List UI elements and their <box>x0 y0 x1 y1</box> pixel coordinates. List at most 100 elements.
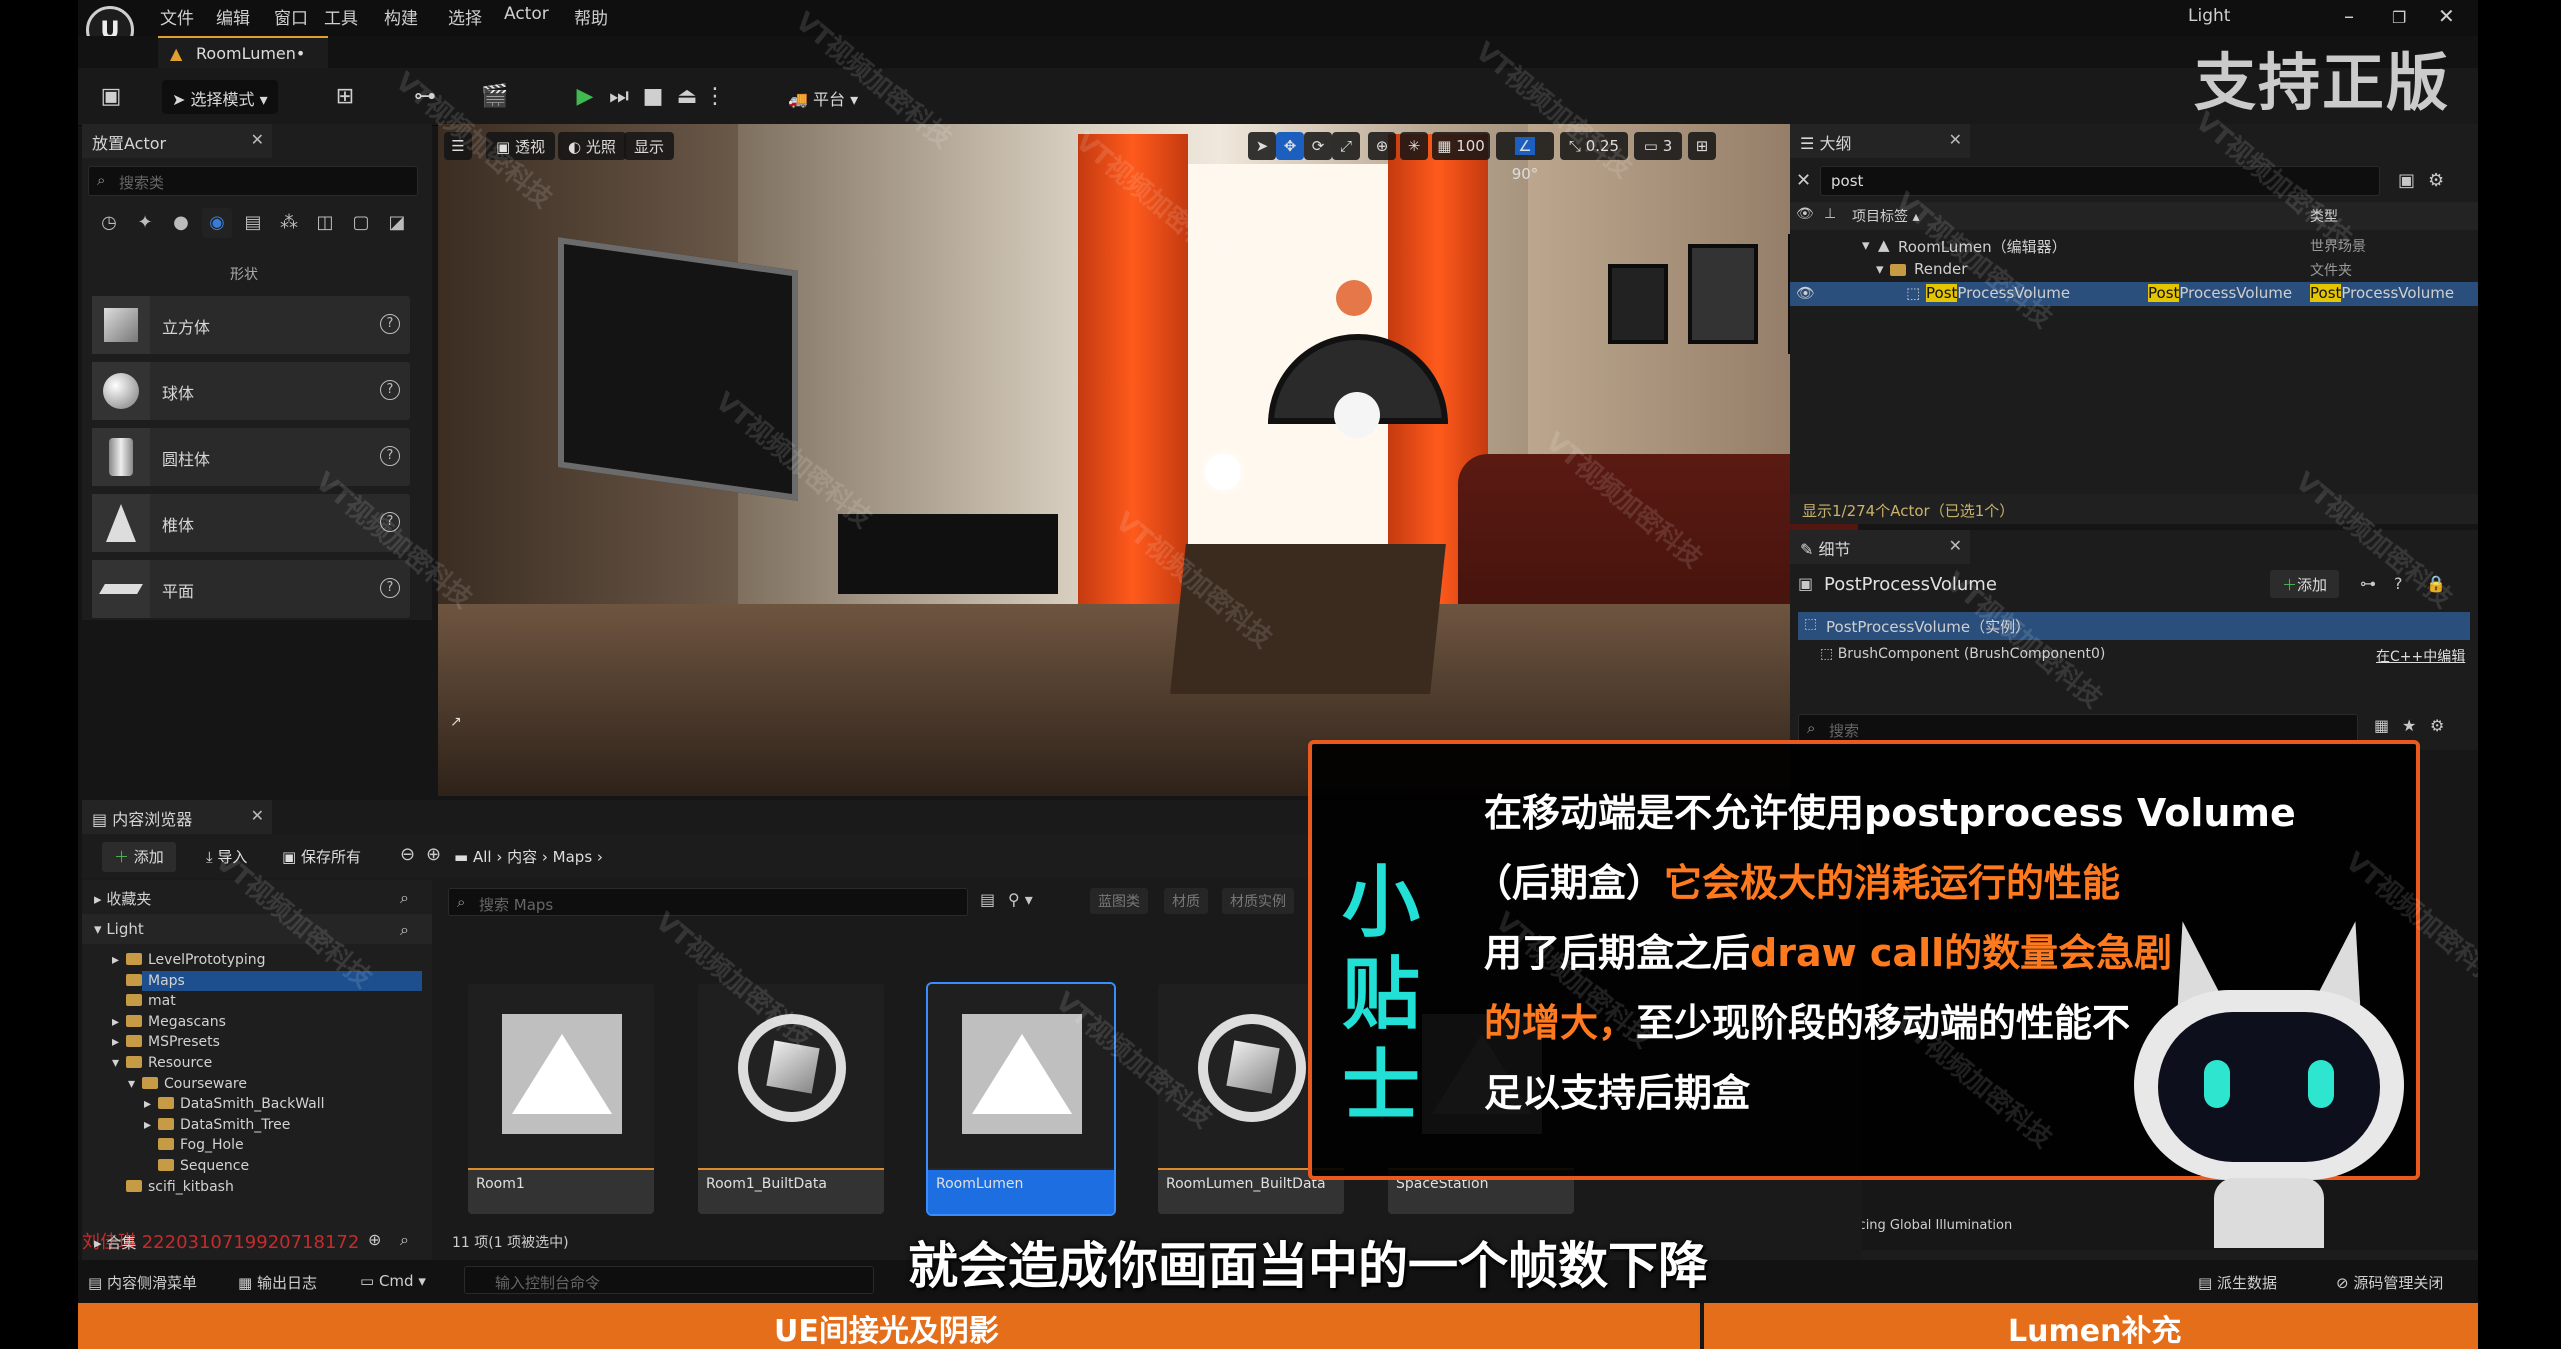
expand-arrow-icon[interactable]: ▾ <box>1876 260 1884 278</box>
component-row-brush[interactable]: ⬚ BrushComponent (BrushComponent0) <box>1820 646 2105 662</box>
surface-snap-icon[interactable]: ✳ <box>1400 132 1428 160</box>
expand-arrow-icon[interactable]: ▾ <box>1862 236 1870 254</box>
tree-folder[interactable]: ▸ DataSmith_Tree <box>144 1117 290 1133</box>
camera-speed-button[interactable]: ▭ 3 <box>1634 132 1682 160</box>
tree-folder[interactable]: ▸ Megascans <box>112 1014 226 1030</box>
play-icon[interactable]: ▶ <box>568 80 602 114</box>
content-browser-tab[interactable]: ▤ 内容浏览器 ✕ <box>82 800 272 834</box>
close-tab-icon[interactable]: ✕ <box>1949 536 1962 555</box>
outliner-row-render-folder[interactable]: ▾ Render 文件夹 <box>1790 258 2478 282</box>
viewport-mode-button[interactable]: 显示 <box>624 132 675 160</box>
close-tab-icon[interactable]: ✕ <box>251 806 264 825</box>
asset-tile[interactable]: RoomLumen <box>926 982 1116 1216</box>
cinematics-icon[interactable]: 🎬 <box>478 80 512 114</box>
translate-tool-icon[interactable]: ✥ <box>1276 132 1304 160</box>
visibility-icon[interactable]: 👁 <box>1796 206 1814 222</box>
forward-arrow-icon[interactable]: ⊕ <box>426 844 441 865</box>
content-drawer-button[interactable]: ▤ 内容侧滑菜单 <box>88 1272 197 1293</box>
pin-icon[interactable]: ⊥ <box>1824 206 1836 222</box>
select-mode-dropdown[interactable]: ➤ 选择模式 ▾ <box>162 80 278 114</box>
close-tab-icon[interactable]: ✕ <box>251 130 264 149</box>
search-icon[interactable]: ⌕ <box>400 920 409 940</box>
blueprint-icon[interactable]: ⊶ <box>408 80 442 114</box>
category-icon[interactable]: ⁂ <box>274 208 304 238</box>
category-icon[interactable]: ◷ <box>94 208 124 238</box>
close-icon[interactable]: ✕ <box>2438 4 2455 28</box>
platform-dropdown[interactable]: 🚚 平台 ▾ <box>778 80 868 114</box>
save-icon[interactable]: ▣ <box>94 80 128 114</box>
import-button[interactable]: ⤓ 导入 <box>206 846 247 867</box>
help-icon[interactable]: ? <box>380 314 400 334</box>
menu-item[interactable]: 选择 <box>448 4 482 29</box>
lock-icon[interactable]: 🔒 <box>2426 574 2446 593</box>
category-icon[interactable]: ✦ <box>130 208 160 238</box>
help-icon[interactable]: ? <box>380 512 400 532</box>
viewport-layout-icon[interactable]: ⊞ <box>1688 132 1716 160</box>
tree-folder[interactable]: ▸ LevelPrototyping <box>112 952 266 968</box>
add-actor-icon[interactable]: ⊞ <box>328 80 362 114</box>
select-tool-icon[interactable]: ➤ <box>1248 132 1276 160</box>
tree-folder[interactable]: ▸ DataSmith_BackWall <box>144 1096 325 1112</box>
console-input[interactable]: 输入控制台命令 <box>464 1266 874 1294</box>
level-viewport[interactable]: ↗ ☰ ➤ ✥ ⟳ ⤢ ⊕ ✳ ▦ 100 ∠ 90° ⤡ 0.25 ▭ 3 ⊞… <box>438 124 1858 796</box>
menu-item[interactable]: 窗口 <box>274 4 308 29</box>
more-options-icon[interactable]: ⋮ <box>698 80 732 114</box>
collections-section[interactable]: ▸ 合集 <box>94 1232 136 1253</box>
shape-item[interactable]: 球体? <box>92 362 410 420</box>
category-icon[interactable]: ● <box>166 208 196 238</box>
grid-snap-toggle[interactable]: ▦ 100 <box>1432 132 1490 160</box>
menu-item[interactable]: 帮助 <box>574 4 608 29</box>
scale-snap-toggle[interactable]: ⤡ 0.25 <box>1560 132 1628 160</box>
help-icon[interactable]: ? <box>380 446 400 466</box>
tree-folder[interactable]: scifi_kitbash <box>112 1179 234 1195</box>
angle-snap-toggle[interactable]: ∠ 90° <box>1496 132 1554 183</box>
filter-chip[interactable]: 蓝图类 <box>1090 888 1148 914</box>
menu-item[interactable]: 工具 <box>324 4 358 29</box>
filter-chip[interactable]: 材质实例 <box>1222 888 1294 914</box>
breadcrumb-content[interactable]: 内容 <box>507 848 537 866</box>
component-row-instance[interactable]: ⬚ PostProcessVolume（实例） <box>1798 612 2470 640</box>
edit-in-cpp-link[interactable]: 在C++中编辑 <box>2376 646 2465 666</box>
shape-item[interactable]: 椎体? <box>92 494 410 552</box>
outliner-search[interactable]: post <box>1820 166 2380 196</box>
scale-tool-icon[interactable]: ⤢ <box>1332 132 1360 160</box>
search-icon[interactable]: ⌕ <box>400 1230 409 1250</box>
breadcrumb-maps[interactable]: Maps <box>553 848 592 866</box>
category-icon[interactable]: ▢ <box>346 208 376 238</box>
shape-item[interactable]: 立方体? <box>92 296 410 354</box>
maximize-icon[interactable]: ❐ <box>2392 8 2406 27</box>
add-component-button[interactable]: ＋添加 <box>2270 570 2340 598</box>
category-icon[interactable]: ◉ <box>202 208 232 238</box>
menu-item[interactable]: Actor <box>504 4 549 24</box>
viewport-mode-button[interactable]: ◐ 光照 <box>558 132 626 160</box>
output-log-button[interactable]: ▦ 输出日志 <box>238 1272 317 1293</box>
shape-item[interactable]: 平面? <box>92 560 410 618</box>
asset-tile[interactable]: Room1_BuiltData <box>698 984 884 1214</box>
place-actors-search[interactable]: ⌕ 搜索类 <box>88 166 418 196</box>
minimize-icon[interactable]: – <box>2344 4 2354 28</box>
cmd-dropdown[interactable]: ▭ Cmd ▾ <box>360 1272 426 1290</box>
save-search-icon[interactable]: ▤ <box>980 890 995 909</box>
tree-folder[interactable]: ▾ Resource <box>112 1055 212 1071</box>
save-all-button[interactable]: ▣ 保存所有 <box>282 846 361 867</box>
asset-search[interactable]: ⌕ 搜索 Maps <box>448 888 968 916</box>
source-control-button[interactable]: ⊘ 源码管理关闭 <box>2336 1272 2443 1293</box>
menu-item[interactable]: 文件 <box>160 4 194 29</box>
breadcrumb-all[interactable]: All <box>473 848 492 866</box>
add-folder-icon[interactable]: ▣ <box>2398 170 2415 191</box>
help-icon[interactable]: ? <box>380 578 400 598</box>
filter-icon[interactable]: ⚲ ▾ <box>1008 890 1033 909</box>
help-icon[interactable]: ? <box>380 380 400 400</box>
tree-folder[interactable]: Fog_Hole <box>144 1137 244 1153</box>
level-tab-roomlumen[interactable]: ▲ RoomLumen• <box>158 36 328 68</box>
asset-tile[interactable]: Room1 <box>468 984 654 1214</box>
category-icon[interactable]: ▤ <box>238 208 268 238</box>
add-content-button[interactable]: ＋ 添加 <box>102 842 176 872</box>
details-search[interactable]: ⌕ 搜索 <box>1798 714 2358 742</box>
shape-item[interactable]: 圆柱体? <box>92 428 410 486</box>
menu-item[interactable]: 构建 <box>384 4 418 29</box>
add-collection-icon[interactable]: ⊕ <box>368 1230 381 1249</box>
viewport-mode-button[interactable]: ▣ 透视 <box>486 132 555 160</box>
tree-folder[interactable]: mat <box>112 993 176 1009</box>
step-icon[interactable]: ⏭ <box>602 80 636 114</box>
